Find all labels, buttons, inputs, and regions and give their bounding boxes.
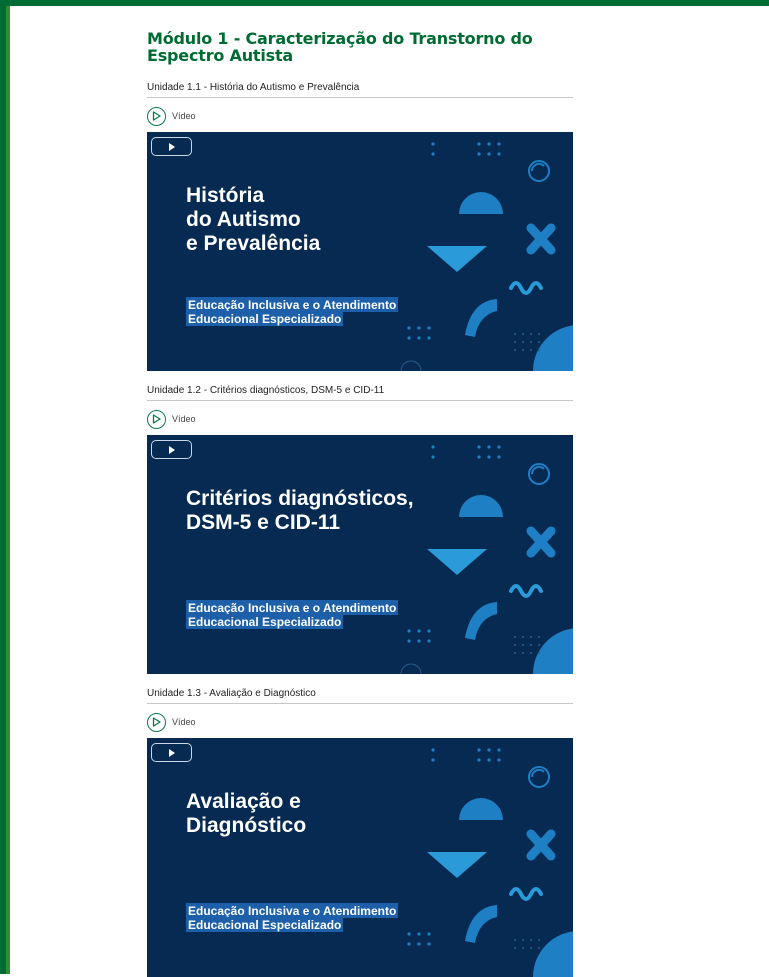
unit-1-3: Unidade 1.3 - Avaliação e Diagnóstico Ví… [147,688,573,977]
video-label: Vídeo [172,414,196,424]
decorative-shapes [400,445,573,674]
thumbnail-title: História do Autismo e Prevalência [186,184,321,255]
module-title: Módulo 1 - Caracterização do Transtorno … [147,29,533,65]
thumbnail-subtitle: Educação Inclusiva e o Atendimento Educa… [186,601,446,629]
video-thumbnail[interactable]: História do Autismo e Prevalência Educaç… [147,132,573,371]
video-label: Vídeo [172,111,196,121]
thumbnail-subtitle: Educação Inclusiva e o Atendimento Educa… [186,904,446,932]
module-content: Módulo 1 - Caracterização do Transtorno … [147,30,573,977]
play-circle-icon[interactable] [147,106,166,126]
play-button-icon[interactable] [151,743,192,762]
unit-1-1: Unidade 1.1 - História do Autismo e Prev… [147,82,573,371]
video-label: Vídeo [172,717,196,727]
video-row[interactable]: Vídeo [147,105,573,127]
play-button-icon[interactable] [151,137,192,156]
thumbnail-subtitle-line: Educacional Especializado [186,918,344,932]
video-thumbnail[interactable]: Avaliação e Diagnóstico Educação Inclusi… [147,738,573,977]
decorative-shapes [407,748,573,977]
unit-title: Unidade 1.2 - Critérios diagnósticos, DS… [147,385,573,401]
play-circle-icon[interactable] [147,712,166,732]
left-accent-bar [6,6,10,974]
video-row[interactable]: Vídeo [147,408,573,430]
thumbnail-subtitle-line: Educacional Especializado [186,312,344,326]
thumbnail-subtitle-line: Educacional Especializado [186,615,344,629]
thumbnail-title: Avaliação e Diagnóstico [186,790,307,837]
play-button-icon[interactable] [151,440,192,459]
thumbnail-title: Critérios diagnósticos, DSM-5 e CID-11 [186,487,414,534]
play-circle-icon[interactable] [147,409,166,429]
thumbnail-subtitle-line: Educação Inclusiva e o Atendimento [186,601,399,615]
unit-1-2: Unidade 1.2 - Critérios diagnósticos, DS… [147,385,573,674]
thumbnail-subtitle-line: Educação Inclusiva e o Atendimento [186,298,399,312]
video-thumbnail[interactable]: Critérios diagnósticos, DSM-5 e CID-11 E… [147,435,573,674]
thumbnail-subtitle: Educação Inclusiva e o Atendimento Educa… [186,298,446,326]
thumbnail-subtitle-line: Educação Inclusiva e o Atendimento [186,904,399,918]
unit-title: Unidade 1.3 - Avaliação e Diagnóstico [147,688,573,704]
video-row[interactable]: Vídeo [147,711,573,733]
unit-title: Unidade 1.1 - História do Autismo e Prev… [147,82,573,98]
